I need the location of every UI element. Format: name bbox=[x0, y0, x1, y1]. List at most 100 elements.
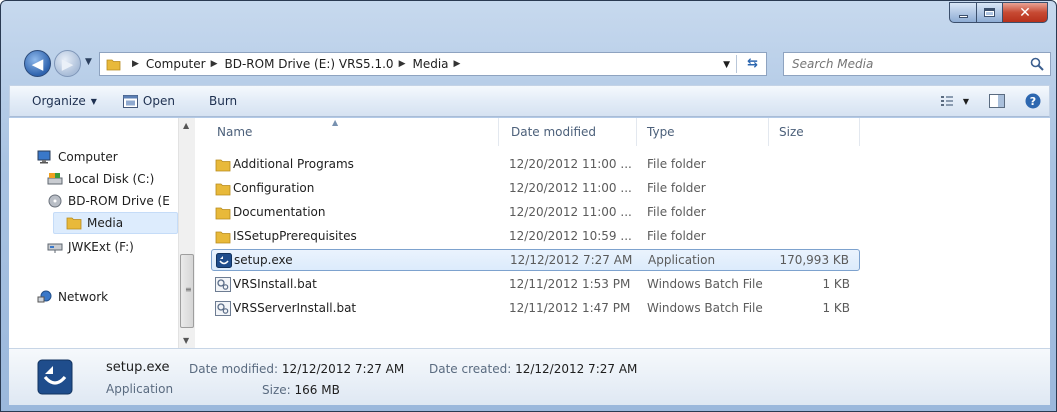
nav-item-computer[interactable]: Computer bbox=[37, 146, 118, 168]
command-bar: Organize ▼ Open Burn ▼ ? bbox=[9, 85, 1050, 117]
preview-pane-button[interactable] bbox=[977, 94, 1017, 108]
column-header-type[interactable]: Type bbox=[641, 118, 769, 146]
computer-icon bbox=[37, 150, 51, 164]
burn-button[interactable]: Burn bbox=[185, 86, 247, 116]
help-button[interactable]: ? bbox=[1017, 93, 1049, 109]
file-type: Windows Batch File bbox=[647, 301, 763, 315]
folder-icon bbox=[106, 59, 121, 70]
nav-item-label: JWKExt (F:) bbox=[68, 240, 134, 254]
close-button[interactable]: ✕ bbox=[1002, 2, 1048, 23]
file-type: File folder bbox=[647, 181, 706, 195]
breadcrumb: ▶ Computer ▶ BD-ROM Drive (E:) VRS5.1.0 … bbox=[127, 57, 467, 71]
nav-item-label: Network bbox=[58, 290, 109, 304]
nav-pane-scrollbar[interactable]: ▲ ≡ ▼ bbox=[178, 118, 195, 348]
file-name: Documentation bbox=[233, 205, 326, 219]
file-type: Application bbox=[648, 253, 716, 267]
breadcrumb-arrow-icon[interactable]: ▶ bbox=[211, 59, 218, 69]
open-label: Open bbox=[142, 94, 175, 108]
folder-icon bbox=[215, 231, 231, 244]
address-bar[interactable]: ▶ Computer ▶ BD-ROM Drive (E:) VRS5.1.0 … bbox=[99, 52, 767, 76]
scroll-up-icon[interactable]: ▲ bbox=[183, 121, 189, 130]
column-header-size[interactable]: Size bbox=[773, 118, 860, 146]
file-date: 12/11/2012 1:47 PM bbox=[509, 301, 631, 315]
file-row[interactable]: ISSetupPrerequisites 12/20/2012 10:59 ..… bbox=[211, 226, 860, 248]
file-row[interactable]: VRSInstall.bat 12/11/2012 1:53 PM Window… bbox=[211, 274, 860, 296]
file-date: 12/20/2012 11:00 ... bbox=[509, 181, 632, 195]
view-icon bbox=[940, 96, 953, 106]
scroll-down-icon[interactable]: ▼ bbox=[183, 336, 189, 345]
chevron-down-icon: ▼ bbox=[85, 57, 92, 67]
scrollbar-thumb[interactable]: ≡ bbox=[180, 254, 194, 328]
network-icon bbox=[37, 290, 52, 303]
back-button[interactable]: ◀ bbox=[24, 50, 51, 77]
file-date: 12/20/2012 11:00 ... bbox=[509, 205, 632, 219]
file-date: 12/20/2012 11:00 ... bbox=[509, 157, 632, 171]
file-row[interactable]: Additional Programs 12/20/2012 11:00 ...… bbox=[211, 154, 860, 176]
column-header-label: Name bbox=[217, 125, 253, 139]
breadcrumb-arrow-icon[interactable]: ▶ bbox=[132, 59, 139, 69]
nav-item-media[interactable]: Media bbox=[53, 212, 178, 234]
minimize-button[interactable] bbox=[949, 2, 976, 23]
breadcrumb-media[interactable]: Media bbox=[412, 57, 448, 71]
file-name: setup.exe bbox=[234, 253, 293, 267]
file-date: 12/11/2012 1:53 PM bbox=[509, 277, 631, 291]
nav-item-label: Computer bbox=[58, 150, 118, 164]
batch-file-icon bbox=[215, 277, 231, 292]
change-view-button[interactable]: ▼ bbox=[933, 95, 977, 107]
details-size: Size: 166 MB bbox=[262, 383, 340, 397]
nav-item-label: BD-ROM Drive (E bbox=[68, 194, 170, 208]
file-type: File folder bbox=[647, 157, 706, 171]
file-row[interactable]: Configuration 12/20/2012 11:00 ... File … bbox=[211, 178, 860, 200]
disc-drive-icon bbox=[48, 194, 62, 208]
search-icon[interactable] bbox=[1030, 57, 1044, 71]
file-size: 1 KB bbox=[822, 277, 850, 291]
breadcrumb-arrow-icon[interactable]: ▶ bbox=[454, 59, 461, 69]
nav-item-network[interactable]: Network bbox=[37, 286, 108, 308]
column-header-label: Size bbox=[779, 125, 804, 139]
forward-arrow-icon: ▶ bbox=[61, 54, 74, 73]
file-row-selected[interactable]: setup.exe 12/12/2012 7:27 AM Application… bbox=[211, 249, 860, 271]
breadcrumb-computer[interactable]: Computer bbox=[146, 57, 206, 71]
maximize-icon bbox=[984, 8, 995, 17]
nav-item-label: Media bbox=[87, 216, 124, 230]
recent-pages-button[interactable]: ▼ bbox=[85, 57, 92, 67]
chevron-down-icon: ▼ bbox=[90, 96, 97, 106]
file-type: File folder bbox=[647, 229, 706, 243]
organize-label: Organize bbox=[32, 94, 86, 108]
details-pane: setup.exe Application Date modified: 12/… bbox=[9, 348, 1050, 405]
nav-item-label: Local Disk (C:) bbox=[68, 172, 155, 186]
close-icon: ✕ bbox=[1019, 4, 1031, 21]
nav-item-local-disk[interactable]: Local Disk (C:) bbox=[47, 168, 154, 190]
address-dropdown-icon[interactable]: ▼ bbox=[723, 60, 730, 70]
maximize-button[interactable] bbox=[976, 2, 1002, 23]
folder-icon bbox=[215, 159, 231, 172]
file-type: Windows Batch File bbox=[647, 277, 763, 291]
file-row[interactable]: VRSServerInstall.bat 12/11/2012 1:47 PM … bbox=[211, 298, 860, 320]
file-row[interactable]: Documentation 12/20/2012 11:00 ... File … bbox=[211, 202, 860, 224]
column-header-label: Date modified bbox=[511, 125, 597, 139]
organize-button[interactable]: Organize ▼ bbox=[10, 86, 113, 116]
file-name: Configuration bbox=[233, 181, 315, 195]
breadcrumb-arrow-icon[interactable]: ▶ bbox=[399, 59, 406, 69]
details-date-modified-value: 12/12/2012 7:27 AM bbox=[281, 362, 405, 376]
nav-item-jwkext[interactable]: JWKExt (F:) bbox=[47, 236, 134, 258]
divider bbox=[736, 55, 737, 73]
details-file-name: setup.exe bbox=[106, 360, 170, 375]
column-header-date[interactable]: Date modified bbox=[505, 118, 637, 146]
nav-item-bd-rom[interactable]: BD-ROM Drive (E bbox=[47, 190, 170, 212]
grip-icon: ≡ bbox=[185, 285, 192, 294]
breadcrumb-bd-rom[interactable]: BD-ROM Drive (E:) VRS5.1.0 bbox=[225, 57, 394, 71]
batch-file-icon bbox=[215, 301, 231, 316]
folder-icon bbox=[215, 207, 231, 220]
main-area: Computer Local Disk (C:) BD-ROM Drive (E bbox=[9, 118, 1050, 348]
search-input[interactable] bbox=[792, 57, 1012, 71]
column-header-name[interactable]: Name ▲ bbox=[211, 118, 499, 146]
refresh-icon[interactable]: ⇆ bbox=[747, 56, 758, 71]
sort-ascending-icon: ▲ bbox=[332, 118, 339, 127]
open-button[interactable]: Open bbox=[113, 86, 185, 116]
details-date-created-label: Date created: bbox=[429, 362, 512, 376]
file-name: VRSServerInstall.bat bbox=[233, 301, 357, 315]
forward-button[interactable]: ▶ bbox=[54, 50, 81, 77]
file-name: Additional Programs bbox=[233, 157, 354, 171]
burn-label: Burn bbox=[208, 94, 238, 108]
